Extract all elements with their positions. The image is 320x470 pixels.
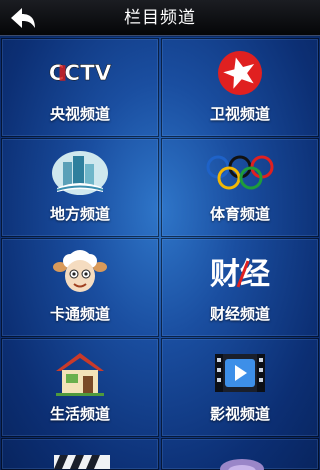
finance-logo-icon: 财经	[204, 249, 276, 297]
tile-label: 央视频道	[49, 105, 110, 123]
cctv-logo-icon: CCTV	[44, 49, 116, 97]
tile-life[interactable]: 生活频道	[1, 338, 159, 437]
star-tv-logo-icon	[204, 49, 276, 97]
tile-cartoon[interactable]: 卡通频道	[1, 238, 159, 337]
page-title: 栏目频道	[124, 8, 196, 28]
tile-cctv[interactable]: CCTV 央视频道	[1, 38, 159, 137]
tile-label: 体育频道	[209, 205, 270, 223]
olympic-rings-icon	[204, 149, 276, 197]
tile-label: 卡通频道	[49, 305, 110, 323]
partial-icon	[220, 459, 264, 470]
tile-label: 影视频道	[209, 405, 270, 423]
tile-label: 地方频道	[49, 205, 110, 223]
header-bar: 栏目频道	[0, 0, 320, 36]
tile-label: 财经频道	[209, 305, 270, 323]
svg-text:CCTV: CCTV	[49, 61, 112, 86]
tile-local[interactable]: 地方频道	[1, 138, 159, 237]
clapperboard-icon	[54, 455, 110, 469]
tile-label: 卫视频道	[209, 105, 270, 123]
svg-text:财经: 财经	[210, 257, 270, 292]
tile-label: 生活频道	[49, 405, 110, 423]
tile-finance[interactable]: 财经 财经频道	[161, 238, 319, 337]
film-play-icon	[204, 349, 276, 397]
cartoon-sheep-icon	[44, 249, 116, 297]
tile-partial-right[interactable]	[161, 438, 319, 470]
tile-movies[interactable]: 影视频道	[161, 338, 319, 437]
channel-grid: CCTV 央视频道 卫视频道 地方频道 体育频道 卡通频道 财经 财经频道 生活…	[0, 37, 320, 470]
tile-partial-left[interactable]	[1, 438, 159, 470]
city-buildings-icon	[44, 149, 116, 197]
tile-satellite[interactable]: 卫视频道	[161, 38, 319, 137]
tile-sports[interactable]: 体育频道	[161, 138, 319, 237]
house-icon	[44, 349, 116, 397]
